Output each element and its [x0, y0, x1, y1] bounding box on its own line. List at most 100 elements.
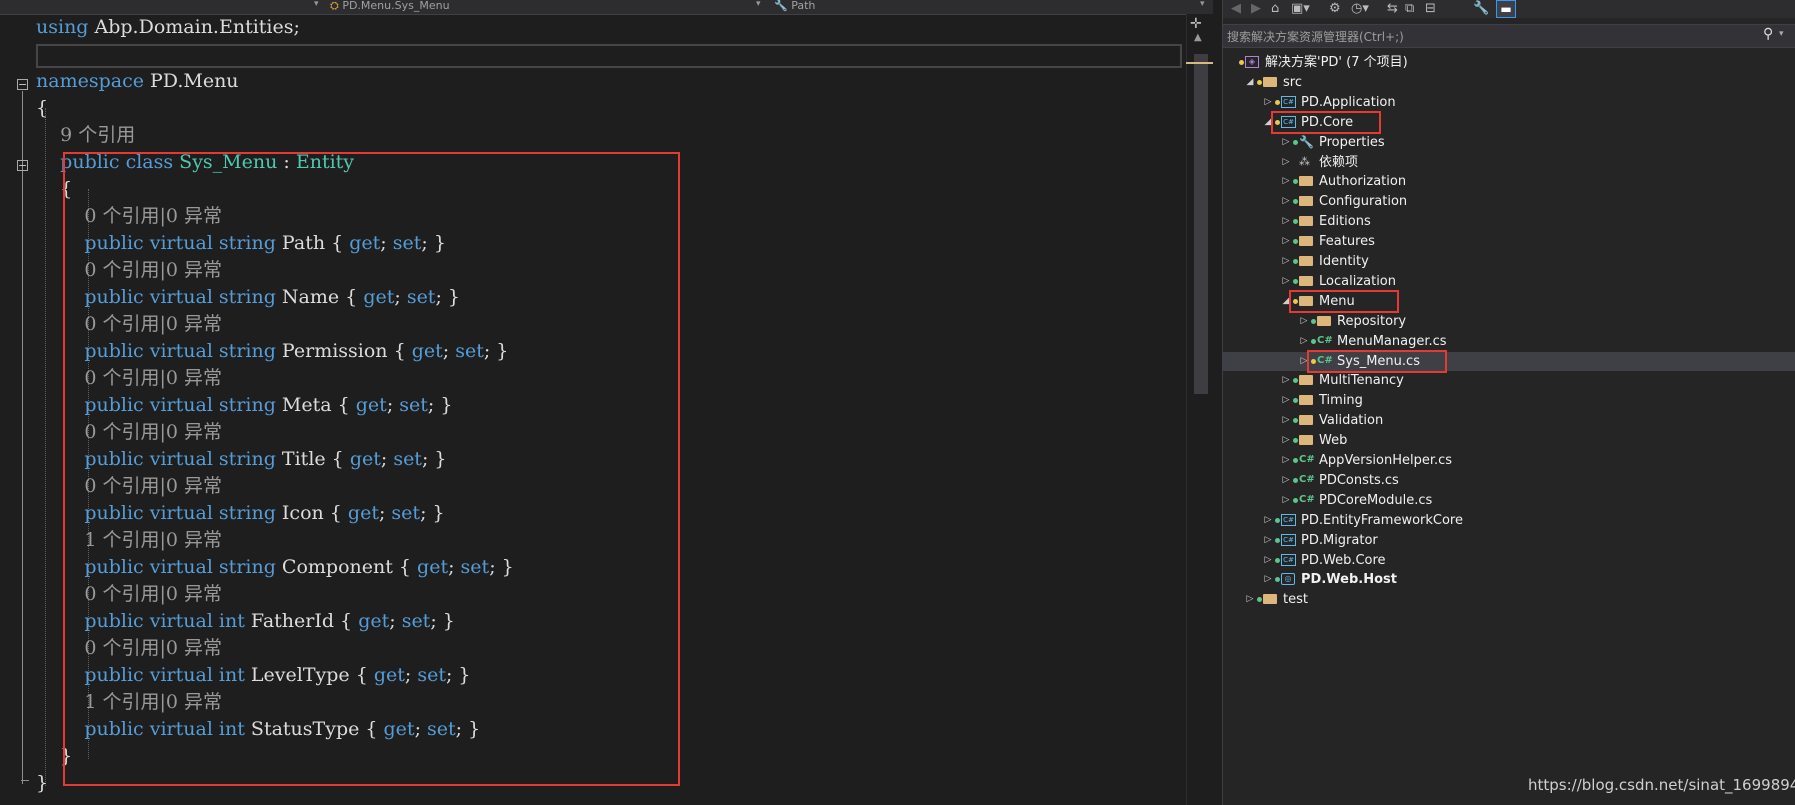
tree-item-identity[interactable]: ▷ Identity [1223, 252, 1795, 271]
history-icon[interactable]: ◷▾ [1351, 0, 1369, 18]
pending-changes-icon[interactable]: ⚙ [1329, 0, 1341, 18]
tree-item-pdconsts-cs[interactable]: ▷ C# PDConsts.cs [1223, 471, 1795, 490]
tree-item-label: PD.EntityFrameworkCore [1301, 513, 1463, 528]
explorer-toolbar: ◀ ▶ ⌂ ▣▾ ⚙ ◷▾ ⇆ ⧉ ⊟ 🔧 ▬ [1223, 0, 1795, 18]
tree-item-pd-entityframeworkcore[interactable]: ▷ C# PD.EntityFrameworkCore [1223, 511, 1795, 530]
tree-item-[interactable]: ▷ ⁂ 依赖项 [1223, 153, 1795, 172]
tree-item-configuration[interactable]: ▷ Configuration [1223, 192, 1795, 211]
fold-namespace-icon[interactable]: − [17, 79, 28, 90]
codelens-line[interactable]: 9 个引用 [36, 122, 1186, 149]
collapsed-arrow-icon[interactable]: ▷ [1281, 192, 1291, 211]
collapsed-arrow-icon[interactable]: ▷ [1281, 371, 1291, 390]
home-icon[interactable]: ⌂ [1271, 0, 1279, 18]
collapsed-arrow-icon[interactable]: ▷ [1263, 511, 1273, 530]
checked-in-status-icon [1275, 518, 1280, 523]
red-highlight-box-class [63, 152, 680, 786]
fold-class-icon[interactable]: − [17, 160, 28, 171]
tree-item-authorization[interactable]: ▷ Authorization [1223, 172, 1795, 191]
collapsed-arrow-icon[interactable]: ▷ [1245, 590, 1255, 609]
tree-item-pd-web-core[interactable]: ▷ C# PD.Web.Core [1223, 551, 1795, 570]
codelens-text[interactable]: 9 个引用 [60, 124, 135, 146]
collapsed-arrow-icon[interactable]: ▷ [1263, 93, 1273, 112]
checked-in-status-icon [1275, 558, 1280, 563]
tree-item-editions[interactable]: ▷ Editions [1223, 212, 1795, 231]
tree-item-web[interactable]: ▷ Web [1223, 431, 1795, 450]
search-icon[interactable]: ⚲ [1763, 26, 1773, 42]
project-dropdown-arrow-icon[interactable]: ▾ [314, 0, 319, 9]
tree-item-pd-web-host[interactable]: ▷ ◎ PD.Web.Host [1223, 570, 1795, 589]
tree-item-menumanager-cs[interactable]: ▷ C# MenuManager.cs [1223, 332, 1795, 351]
code-line: { [36, 95, 1186, 122]
collapsed-arrow-icon[interactable]: ▷ [1263, 531, 1273, 550]
collapsed-arrow-icon[interactable]: ▷ [1281, 272, 1291, 291]
checked-in-status-icon [1293, 458, 1298, 463]
search-options-arrow-icon[interactable]: ▾ [1779, 29, 1784, 39]
tree-item-timing[interactable]: ▷ Timing [1223, 391, 1795, 410]
forward-icon[interactable]: ▶ [1251, 0, 1261, 18]
collapsed-arrow-icon[interactable]: ▷ [1281, 431, 1291, 450]
member-dropdown[interactable]: 🔧 Path [774, 0, 1194, 14]
preview-icon[interactable]: ▬ [1496, 0, 1516, 18]
collapse-all-icon[interactable]: ⧉ [1405, 0, 1414, 18]
scroll-thumb[interactable] [1194, 54, 1208, 394]
tree-item-features[interactable]: ▷ Features [1223, 232, 1795, 251]
collapsed-arrow-icon[interactable]: ▷ [1281, 391, 1291, 410]
switch-views-icon[interactable]: ▣▾ [1291, 0, 1310, 18]
vertical-scrollbar[interactable]: ▲ [1186, 14, 1214, 805]
collapsed-arrow-icon[interactable]: ▷ [1281, 491, 1291, 510]
tree-item-label: MenuManager.cs [1337, 334, 1447, 349]
collapsed-arrow-icon[interactable]: ▷ [1263, 551, 1273, 570]
collapsed-arrow-icon[interactable]: ▷ [1281, 133, 1291, 152]
collapsed-arrow-icon[interactable]: ▷ [1263, 570, 1273, 589]
sync-icon[interactable]: ⇆ [1387, 0, 1398, 18]
search-input[interactable]: 搜索解决方案资源管理器(Ctrl+;) ⚲ ▾ [1223, 24, 1795, 48]
red-highlight-box [1307, 350, 1447, 373]
tree-item-pd-application[interactable]: ▷ C# PD.Application [1223, 93, 1795, 112]
search-placeholder: 搜索解决方案资源管理器(Ctrl+;) [1227, 30, 1404, 44]
expanded-arrow-icon[interactable]: ◢ [1245, 73, 1255, 92]
tree-item-label: Configuration [1319, 194, 1408, 209]
collapsed-arrow-icon[interactable]: ▷ [1281, 212, 1291, 231]
collapsed-arrow-icon[interactable]: ▷ [1281, 252, 1291, 271]
collapsed-arrow-icon[interactable]: ▷ [1281, 153, 1291, 172]
back-icon[interactable]: ◀ [1231, 0, 1241, 18]
show-all-files-icon[interactable]: ⊟ [1425, 0, 1436, 18]
type-dropdown-arrow-icon[interactable]: ▾ [756, 0, 761, 9]
collapsed-arrow-icon[interactable]: ▷ [1281, 471, 1291, 490]
checked-in-status-icon [1293, 219, 1298, 224]
tree-item-pdcoremodule-cs[interactable]: ▷ C# PDCoreModule.cs [1223, 491, 1795, 510]
member-dropdown-arrow-icon[interactable]: ▾ [1200, 0, 1205, 9]
tree-item-validation[interactable]: ▷ Validation [1223, 411, 1795, 430]
collapsed-arrow-icon[interactable]: ▷ [1281, 411, 1291, 430]
tree-item-test[interactable]: ▷ test [1223, 590, 1795, 609]
collapsed-arrow-icon[interactable]: ▷ [1281, 232, 1291, 251]
tree-item-label: Properties [1319, 135, 1385, 150]
tree-item-label: Web [1319, 433, 1348, 448]
tree-item-repository[interactable]: ▷ Repository [1223, 312, 1795, 331]
tree-item-appversionhelper-cs[interactable]: ▷ C# AppVersionHelper.cs [1223, 451, 1795, 470]
folder-icon [1299, 216, 1313, 226]
checked-in-status-icon [1293, 398, 1298, 403]
collapsed-arrow-icon[interactable]: ▷ [1281, 451, 1291, 470]
scroll-up-icon[interactable]: ▲ [1194, 32, 1202, 43]
tree-item-pd-migrator[interactable]: ▷ C# PD.Migrator [1223, 531, 1795, 550]
collapsed-arrow-icon[interactable]: ▷ [1299, 312, 1309, 331]
tree-item-localization[interactable]: ▷ Localization [1223, 272, 1795, 291]
tree-item-src[interactable]: ◢ src [1223, 73, 1795, 92]
split-window-icon[interactable]: ✛ [1190, 16, 1202, 32]
code-editor[interactable]: ▾ ⛭ PD.Menu.Sys_Menu ▾ 🔧 Path ▾ − − usin… [0, 0, 1214, 805]
checked-in-status-icon [1293, 140, 1298, 145]
watermark: https://blog.csdn.net/sinat_16998945 [1528, 776, 1795, 794]
tree-item-pd-7[interactable]: ◈ 解决方案'PD' (7 个项目) [1223, 53, 1795, 72]
code-token: } [36, 772, 49, 794]
csharp-file-icon: C# [1317, 335, 1333, 346]
collapsed-arrow-icon[interactable]: ▷ [1299, 332, 1309, 351]
type-dropdown[interactable]: ⛭ PD.Menu.Sys_Menu [330, 0, 750, 14]
tree-item-multitenancy[interactable]: ▷ MultiTenancy [1223, 371, 1795, 390]
code-line: namespace PD.Menu [36, 68, 1186, 95]
folder-icon [1299, 415, 1313, 425]
collapsed-arrow-icon[interactable]: ▷ [1281, 172, 1291, 191]
properties-icon[interactable]: 🔧 [1473, 0, 1489, 18]
code-token: { [36, 97, 49, 119]
tree-item-properties[interactable]: ▷ 🔧 Properties [1223, 133, 1795, 152]
